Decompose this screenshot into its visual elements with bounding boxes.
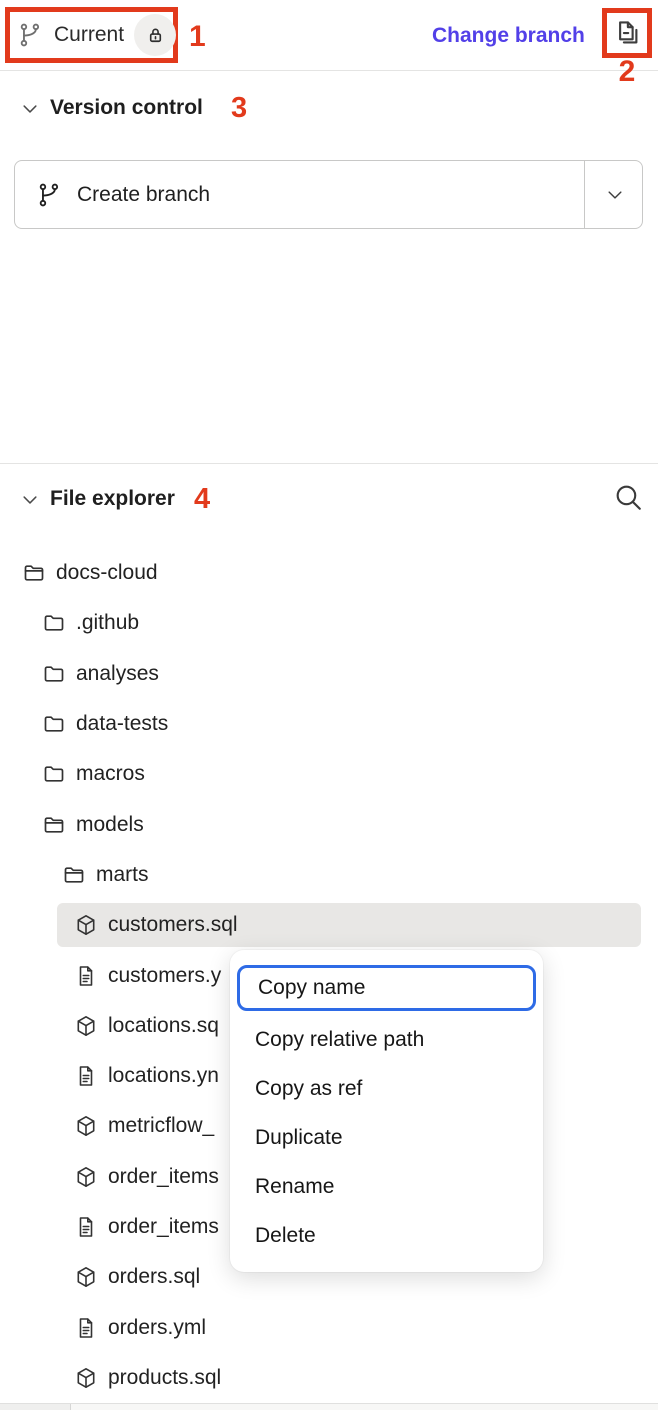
- menu-item-copy-name[interactable]: Copy name: [237, 965, 536, 1011]
- file-icon: [74, 1316, 98, 1340]
- tree-item-label: marts: [96, 863, 149, 887]
- annotation-number-1: 1: [189, 22, 206, 52]
- tree-item-label: .github: [76, 611, 139, 635]
- git-branch-icon: [18, 22, 44, 48]
- tree-item-label: order_items: [108, 1165, 219, 1189]
- tree-item-label: locations.sq: [108, 1014, 219, 1038]
- tree-item-label: models: [76, 813, 144, 837]
- tree-item-label: products.sql: [108, 1366, 221, 1390]
- split-button-divider: [584, 161, 585, 228]
- bottom-bar-segment: [0, 1404, 71, 1410]
- menu-item-duplicate[interactable]: Duplicate: [230, 1113, 543, 1162]
- model-icon: [74, 1114, 98, 1138]
- tree-item-data-tests[interactable]: data-tests: [0, 699, 658, 749]
- tree-item-label: order_items: [108, 1215, 219, 1239]
- tree-item-marts[interactable]: marts: [0, 850, 658, 900]
- tree-item-label: orders.sql: [108, 1265, 200, 1289]
- folder-icon: [42, 611, 66, 635]
- create-branch-label: Create branch: [77, 183, 210, 207]
- search-icon[interactable]: [612, 481, 646, 515]
- context-menu: Copy nameCopy relative pathCopy as refDu…: [230, 950, 543, 1272]
- model-icon: [74, 1366, 98, 1390]
- chevron-down-icon[interactable]: [605, 185, 625, 205]
- tree-item-label: orders.yml: [108, 1316, 206, 1340]
- branch-lock-badge: [134, 14, 176, 56]
- tree-item-analyses[interactable]: analyses: [0, 649, 658, 699]
- file-icon: [74, 964, 98, 988]
- bottom-bar: [0, 1403, 658, 1410]
- tree-item-products-sql[interactable]: products.sql: [0, 1353, 658, 1403]
- model-icon: [74, 1165, 98, 1189]
- file-explorer-divider: [0, 463, 658, 464]
- folder-open-icon: [22, 561, 46, 585]
- model-icon: [74, 913, 98, 937]
- menu-item-delete[interactable]: Delete: [230, 1211, 543, 1260]
- tree-item-label: metricflow_: [108, 1114, 214, 1138]
- model-icon: [74, 1014, 98, 1038]
- tree-item-docs-cloud[interactable]: docs-cloud: [0, 548, 658, 598]
- tree-item-label: customers.y: [108, 964, 221, 988]
- current-branch-chip[interactable]: Current: [10, 12, 178, 58]
- annotation-number-4: 4: [194, 485, 210, 514]
- tree-item-models[interactable]: models: [0, 799, 658, 849]
- file-icon: [74, 1215, 98, 1239]
- annotation-number-2: 2: [615, 57, 639, 87]
- file-icon: [74, 1064, 98, 1088]
- folder-open-icon: [62, 863, 86, 887]
- file-explorer-title: File explorer: [50, 487, 175, 511]
- annotation-number-3: 3: [231, 94, 247, 123]
- copy-icon: [612, 18, 642, 48]
- tree-item-label: data-tests: [76, 712, 168, 736]
- duplicate-files-button[interactable]: [607, 13, 647, 53]
- current-branch-label: Current: [54, 23, 124, 47]
- menu-item-copy-as-ref[interactable]: Copy as ref: [230, 1064, 543, 1113]
- lock-icon: [144, 24, 167, 47]
- tree-item-customers-sql[interactable]: customers.sql: [0, 900, 658, 950]
- tree-item-label: docs-cloud: [56, 561, 158, 585]
- chevron-down-icon[interactable]: [20, 490, 40, 510]
- tree-item-label: customers.sql: [108, 913, 238, 937]
- model-icon: [74, 1265, 98, 1289]
- tree-item-macros[interactable]: macros: [0, 749, 658, 799]
- change-branch-link[interactable]: Change branch: [432, 24, 585, 48]
- tree-item-github[interactable]: .github: [0, 598, 658, 648]
- folder-icon: [42, 762, 66, 786]
- tree-item-label: locations.yn: [108, 1064, 219, 1088]
- menu-item-rename[interactable]: Rename: [230, 1162, 543, 1211]
- menu-item-copy-relative-path[interactable]: Copy relative path: [230, 1015, 543, 1064]
- folder-open-icon: [42, 813, 66, 837]
- header-divider: [0, 70, 658, 71]
- folder-icon: [42, 662, 66, 686]
- create-branch-button[interactable]: Create branch: [14, 160, 643, 229]
- chevron-down-icon[interactable]: [20, 99, 40, 119]
- tree-item-orders-yml[interactable]: orders.yml: [0, 1302, 658, 1352]
- tree-item-label: analyses: [76, 662, 159, 686]
- version-control-title: Version control: [50, 96, 203, 120]
- git-branch-icon: [37, 182, 63, 208]
- folder-icon: [42, 712, 66, 736]
- tree-item-label: macros: [76, 762, 145, 786]
